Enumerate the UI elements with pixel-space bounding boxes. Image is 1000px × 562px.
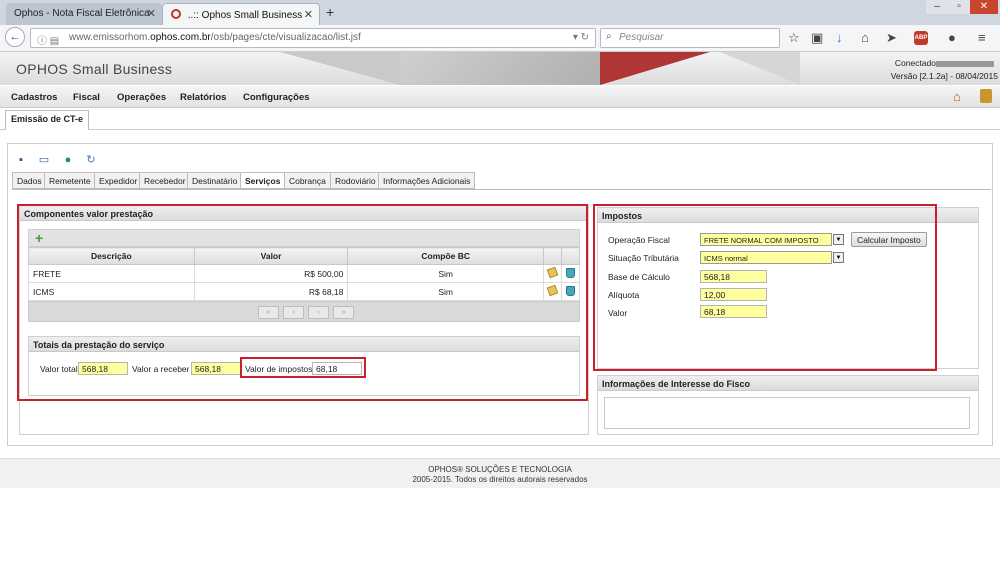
- home-icon[interactable]: ⌂: [861, 30, 869, 45]
- highlight-impostos: [593, 204, 937, 371]
- footer-company: OPHOS® SOLUÇÕES E TECNOLOGIA: [428, 465, 572, 474]
- subtab-expedidor[interactable]: Expedidor: [94, 172, 143, 189]
- refresh-icon[interactable]: ↻: [85, 154, 97, 166]
- search-input[interactable]: ⌕ Pesquisar: [600, 28, 780, 48]
- reading-list-icon[interactable]: ▣: [811, 30, 823, 46]
- app-home-icon[interactable]: ⌂: [953, 89, 961, 104]
- subtab-rodoviario[interactable]: Rodoviário: [330, 172, 381, 189]
- browser-tab-nfe[interactable]: Ophos - Nota Fiscal Eletrônica ✕: [6, 3, 162, 25]
- maximize-window-icon[interactable]: ▫: [948, 0, 970, 14]
- browser-tab-osb[interactable]: ..:: Ophos Small Business ✕: [162, 3, 320, 25]
- site-info-icon[interactable]: ⓘ ▤: [37, 32, 59, 47]
- connected-label: Conectado: [894, 58, 936, 68]
- url-domain: ophos.com.br: [150, 32, 211, 43]
- header-decoration: [600, 52, 710, 85]
- browser-tab-label: ..:: Ophos Small Business: [187, 10, 303, 21]
- tab-emissao-cte[interactable]: Emissão de CT-e: [5, 110, 90, 130]
- download-icon[interactable]: ↓: [836, 30, 843, 45]
- header-decoration: [720, 52, 800, 85]
- footer-copyright: 2005-2015. Todos os direitos autorais re…: [412, 475, 588, 484]
- highlight-valor-impostos: [240, 357, 366, 378]
- browser-tabbar: Ophos - Nota Fiscal Eletrônica ✕ ..:: Op…: [0, 0, 1000, 25]
- close-window-icon[interactable]: ✕: [970, 0, 998, 14]
- reload-icon[interactable]: ▾ ↻: [573, 32, 589, 43]
- search-placeholder: Pesquisar: [619, 32, 664, 43]
- menu-configuracoes[interactable]: Configurações: [243, 92, 310, 103]
- exit-icon[interactable]: [980, 89, 992, 103]
- header-decoration: [280, 52, 400, 85]
- adblock-icon[interactable]: ABP: [914, 31, 928, 45]
- page-tabs: Emissão de CT-e: [0, 108, 1000, 130]
- header-decoration: [400, 52, 600, 85]
- fisco-title: Informações de Interesse do Fisco: [598, 376, 978, 391]
- subtab-cobranca[interactable]: Cobrança: [284, 172, 331, 189]
- subtab-dados[interactable]: Dados: [12, 172, 47, 189]
- minimize-window-icon[interactable]: –: [926, 0, 948, 14]
- hamburger-menu-icon[interactable]: ≡: [978, 30, 986, 45]
- browser-navbar: ← ⓘ ▤ www.emissorhom.ophos.com.br/osb/pa…: [0, 25, 1000, 52]
- menu-fiscal[interactable]: Fiscal: [73, 92, 100, 103]
- subtab-destinatario[interactable]: Destinatário: [187, 172, 243, 189]
- subtab-remetente[interactable]: Remetente: [44, 172, 96, 189]
- menu-relatorios[interactable]: Relatórios: [180, 92, 226, 103]
- search-icon: ⌕: [606, 31, 612, 42]
- import-icon[interactable]: ▭: [38, 154, 50, 166]
- bookmark-star-icon[interactable]: ☆: [788, 30, 800, 46]
- main-menu: Cadastros Fiscal Operações Relatórios Co…: [0, 86, 1000, 108]
- menu-operacoes[interactable]: Operações: [117, 92, 166, 103]
- new-tab-icon[interactable]: +: [326, 4, 334, 20]
- app-title: OPHOS Small Business: [16, 61, 173, 77]
- cte-subtabs: Dados Remetente Expedidor Recebedor Dest…: [12, 171, 991, 190]
- app-version: Versão [2.1.2a] - 08/04/2015: [890, 71, 998, 81]
- close-tab-icon[interactable]: ✕: [147, 7, 156, 20]
- send-icon[interactable]: ➤: [886, 30, 897, 46]
- menu-cadastros[interactable]: Cadastros: [11, 92, 57, 103]
- url-path: /osb/pages/cte/visualizacao/list.jsf: [210, 32, 361, 43]
- browser-logo-icon: [171, 9, 181, 19]
- subtab-servicos[interactable]: Serviços: [240, 172, 286, 189]
- fisco-textarea[interactable]: [604, 397, 970, 429]
- close-tab-icon[interactable]: ✕: [304, 8, 313, 21]
- url-prefix: www.emissorhom.: [69, 32, 151, 43]
- browser-tab-label: Ophos - Nota Fiscal Eletrônica: [14, 8, 150, 19]
- page-footer: OPHOS® SOLUÇÕES E TECNOLOGIA 2005-2015. …: [0, 458, 1000, 488]
- back-arrow-icon[interactable]: ←: [5, 27, 25, 47]
- subtab-informacoes-adicionais[interactable]: Informações Adicionais: [378, 172, 476, 189]
- app-header: OPHOS Small Business Conectado Versão [2…: [0, 52, 1000, 85]
- masked-user: [936, 60, 994, 67]
- address-bar[interactable]: ⓘ ▤ www.emissorhom.ophos.com.br/osb/page…: [30, 28, 596, 48]
- subtab-recebedor[interactable]: Recebedor: [139, 172, 191, 189]
- globe-icon[interactable]: ●: [62, 154, 74, 166]
- connected-status: Conectado: [895, 58, 994, 68]
- chat-icon[interactable]: ●: [948, 30, 956, 45]
- save-icon[interactable]: ▪: [15, 154, 27, 166]
